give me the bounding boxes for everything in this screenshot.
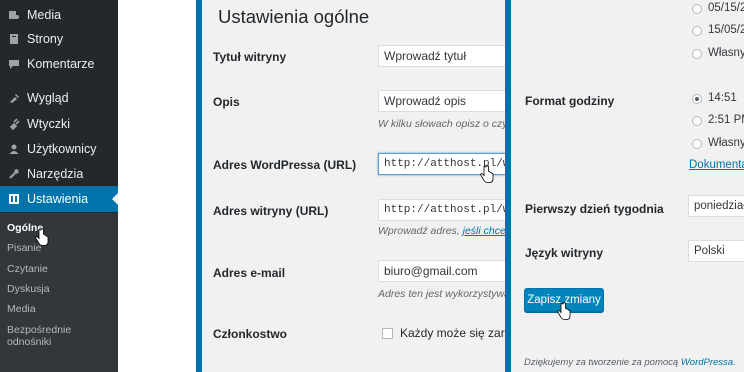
site-title-input[interactable]: Wprowadź tytuł (378, 45, 505, 67)
hand-cursor-icon (35, 228, 49, 246)
submenu-item-permalinks-2[interactable]: odnośniki (7, 336, 51, 348)
sidebar-item-settings[interactable]: Ustawienia (0, 186, 118, 212)
time-format-label: Format godziny (525, 94, 615, 108)
sidebar-item-pages[interactable]: Strony (0, 28, 118, 50)
membership-label: Członkostwo (213, 327, 287, 341)
time-format-option-2: 2:51 PM (708, 114, 744, 126)
sidebar-item-appearance[interactable]: Wygląd (0, 87, 118, 109)
date-format-option-1: 05/15/2 (708, 2, 744, 14)
time-format-option-custom: Własny: (708, 137, 744, 149)
sidebar-item-plugins[interactable]: Wtyczki (0, 113, 118, 135)
sidebar-item-label: Ustawienia (27, 192, 89, 206)
tagline-input[interactable]: Wprowadź opis (378, 90, 505, 112)
wordpress-url-label: Adres WordPressa (URL) (213, 158, 357, 172)
submenu-item-permalinks[interactable]: Bezpośrednie (7, 324, 71, 336)
general-settings-panel: Ustawienia ogólne Tytuł witryny Wprowadź… (196, 0, 511, 372)
comments-icon (7, 57, 21, 71)
sidebar-item-tools[interactable]: Narzędzia (0, 163, 118, 185)
site-url-label: Adres witryny (URL) (213, 204, 329, 218)
sidebar-item-media[interactable]: Media (0, 4, 118, 26)
sidebar-item-label: Strony (27, 32, 64, 46)
tools-icon (7, 167, 21, 181)
date-format-radio-2[interactable] (692, 26, 702, 36)
week-start-select[interactable]: poniedział (688, 195, 744, 217)
tagline-description: W kilku słowach opisz o czym (378, 118, 511, 130)
site-language-select[interactable]: Polski (688, 240, 744, 262)
date-format-radio-custom[interactable] (692, 49, 702, 59)
week-start-label: Pierwszy dzień tygodnia (525, 202, 664, 216)
footer-text: Dziękujemy za tworzenie za pomocą WordPr… (524, 357, 736, 368)
media-icon (7, 8, 21, 22)
site-language-label: Język witryny (525, 246, 604, 260)
date-format-option-2: 15/05/2 (708, 24, 744, 36)
submenu-item-reading[interactable]: Czytanie (7, 263, 48, 275)
settings-submenu: Ogólne Pisanie Czytanie Dyskusja Media B… (0, 213, 118, 372)
hand-cursor-icon (557, 302, 571, 320)
membership-checkbox[interactable] (382, 328, 393, 339)
content-gap (118, 0, 196, 372)
footer-thanks: Dziękujemy za tworzenie za pomocą (524, 357, 679, 368)
site-url-description: Wprowadź adres, jeśli chces (378, 225, 505, 237)
submenu-item-media[interactable]: Media (7, 303, 36, 315)
admin-sidebar: Media Strony Komentarze Wygląd Wtyczki U… (0, 0, 118, 372)
email-description: Adres ten jest wykorzystywa (378, 288, 510, 300)
general-settings-panel-right: 05/15/2 15/05/2 Własny: Format godziny 1… (511, 0, 744, 372)
sidebar-item-label: Użytkownicy (27, 142, 97, 156)
site-url-desc-link[interactable]: jeśli chces (463, 225, 505, 237)
submenu-item-discussion[interactable]: Dyskusja (7, 283, 50, 295)
tagline-label: Opis (213, 95, 240, 109)
date-format-radio-1[interactable] (692, 4, 702, 14)
email-label: Adres e-mail (213, 266, 286, 280)
site-url-input[interactable]: http://atthost.pl/wor (378, 199, 505, 221)
sidebar-item-label: Media (27, 8, 62, 22)
pages-icon (7, 32, 21, 46)
plugins-icon (7, 117, 21, 131)
time-format-option-1: 14:51 (708, 92, 737, 104)
sidebar-item-users[interactable]: Użytkownicy (0, 138, 118, 160)
sidebar-item-label: Narzędzia (27, 167, 84, 181)
date-format-option-custom: Własny: (708, 47, 744, 59)
settings-icon (7, 192, 21, 206)
email-input[interactable]: biuro@gmail.com (378, 260, 505, 282)
membership-checkbox-label[interactable]: Każdy może się zarejes (400, 326, 505, 340)
sidebar-item-label: Wygląd (27, 91, 69, 105)
site-url-desc-text: Wprowadź adres, (378, 225, 460, 237)
site-title-label: Tytuł witryny (213, 50, 287, 64)
users-icon (7, 142, 21, 156)
sidebar-item-label: Komentarze (27, 57, 95, 71)
time-format-radio-2[interactable] (692, 116, 702, 126)
sidebar-item-label: Wtyczki (27, 117, 71, 131)
time-format-radio-1[interactable] (692, 94, 702, 104)
appearance-icon (7, 91, 21, 105)
documentation-link[interactable]: Dokumenta (689, 159, 744, 171)
hand-cursor-icon (480, 165, 494, 183)
footer-wordpress-link[interactable]: WordPressa. (681, 357, 736, 368)
page-title: Ustawienia ogólne (218, 6, 370, 27)
time-format-radio-custom[interactable] (692, 139, 702, 149)
sidebar-item-comments[interactable]: Komentarze (0, 53, 118, 75)
